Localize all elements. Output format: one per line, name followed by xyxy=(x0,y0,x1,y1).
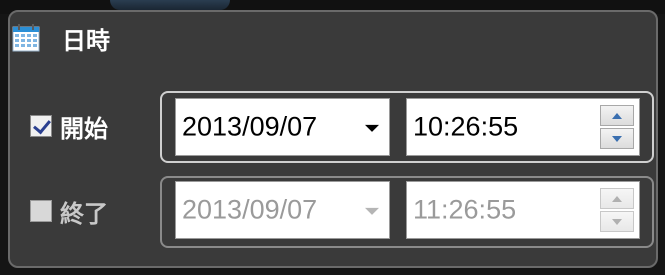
start-row-label[interactable]: 開始 xyxy=(30,111,108,143)
start-time-spinner xyxy=(600,105,634,149)
arrow-down-icon xyxy=(612,218,622,225)
start-checkbox[interactable] xyxy=(30,115,52,137)
end-time-value: 11:26:55 xyxy=(413,194,517,225)
start-time-decrement-button[interactable] xyxy=(600,128,634,149)
end-row-label[interactable]: 終了 xyxy=(30,196,108,228)
end-time-decrement-button[interactable] xyxy=(600,211,634,232)
section-title: 日時 xyxy=(62,26,110,55)
arrow-up-icon xyxy=(612,195,622,202)
start-date-value: 2013/09/07 xyxy=(182,111,318,142)
arrow-up-icon xyxy=(612,112,622,119)
end-label: 終了 xyxy=(60,199,108,228)
start-label: 開始 xyxy=(60,114,108,143)
end-time-spinner xyxy=(600,188,634,232)
chevron-down-icon[interactable] xyxy=(365,207,379,215)
arrow-down-icon xyxy=(612,135,622,142)
start-time-field[interactable]: 10:26:55 xyxy=(406,98,640,156)
chevron-down-icon[interactable] xyxy=(365,124,379,132)
calendar-icon xyxy=(12,24,40,52)
section-header: 日時 xyxy=(12,22,110,55)
end-time-field[interactable]: 11:26:55 xyxy=(406,181,640,239)
end-date-value: 2013/09/07 xyxy=(182,194,318,225)
end-time-increment-button[interactable] xyxy=(600,188,634,209)
end-checkbox[interactable] xyxy=(30,200,52,222)
start-time-increment-button[interactable] xyxy=(600,105,634,126)
end-date-dropdown[interactable]: 2013/09/07 xyxy=(175,181,390,239)
start-date-dropdown[interactable]: 2013/09/07 xyxy=(175,98,390,156)
window-top-highlight xyxy=(110,0,230,10)
start-time-value: 10:26:55 xyxy=(413,111,519,142)
